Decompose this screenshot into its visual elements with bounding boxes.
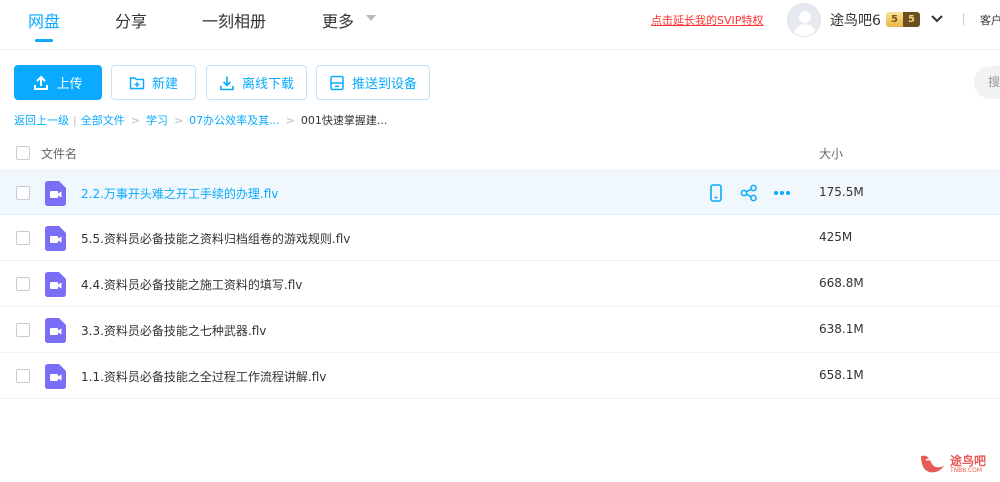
row-checkbox[interactable] bbox=[16, 277, 30, 291]
divider bbox=[963, 13, 964, 25]
vip-level: 5 bbox=[891, 14, 898, 25]
tab-more[interactable]: 更多 bbox=[322, 8, 354, 32]
table-row[interactable]: 4.4.资料员必备技能之施工资料的填写.flv 668.8M bbox=[0, 262, 1000, 307]
video-file-icon bbox=[45, 226, 66, 251]
file-name[interactable]: 5.5.资料员必备技能之资料归档组卷的游戏规则.flv bbox=[81, 230, 350, 247]
file-name[interactable]: 2.2.万事开头难之开工手续的办理.flv bbox=[81, 185, 278, 202]
vip-level-secondary: 5 bbox=[903, 12, 920, 27]
breadcrumb-item-study[interactable]: 学习 bbox=[146, 112, 168, 128]
watermark-subtext: TNB8.COM bbox=[950, 466, 983, 474]
active-tab-indicator bbox=[35, 39, 53, 42]
offline-download-button[interactable]: 离线下载 bbox=[206, 65, 307, 100]
new-folder-label: 新建 bbox=[151, 77, 178, 92]
upload-icon bbox=[34, 75, 49, 90]
row-checkbox[interactable] bbox=[16, 369, 30, 383]
share-icon[interactable] bbox=[739, 183, 759, 203]
breadcrumb-item-folder-07[interactable]: 07办公效率及其... bbox=[189, 112, 280, 128]
file-size: 668.8M bbox=[819, 276, 864, 290]
client-download-link[interactable]: 客户端 bbox=[980, 12, 1000, 28]
video-file-icon bbox=[45, 318, 66, 343]
phone-icon[interactable] bbox=[706, 183, 726, 203]
file-size: 425M bbox=[819, 230, 853, 244]
file-size: 658.1M bbox=[819, 368, 864, 382]
new-folder-button[interactable]: 新建 bbox=[111, 65, 196, 100]
video-file-icon bbox=[45, 272, 66, 297]
chevron-down-icon[interactable] bbox=[930, 12, 944, 26]
upload-label: 上传 bbox=[56, 77, 83, 92]
avatar[interactable] bbox=[787, 3, 821, 37]
file-name[interactable]: 4.4.资料员必备技能之施工资料的填写.flv bbox=[81, 276, 302, 293]
download-icon bbox=[220, 76, 234, 90]
chevron-down-icon[interactable] bbox=[366, 15, 376, 21]
upload-button[interactable]: 上传 bbox=[14, 65, 102, 100]
table-row[interactable]: 1.1.资料员必备技能之全过程工作流程讲解.flv 658.1M bbox=[0, 354, 1000, 399]
tab-photo-album[interactable]: 一刻相册 bbox=[202, 8, 266, 32]
device-icon bbox=[330, 75, 344, 90]
bird-logo-icon bbox=[921, 455, 944, 473]
top-navigation: 网盘 分享 一刻相册 更多 点击延长我的SVIP特权 途鸟吧6 5 5 客户端 bbox=[0, 0, 1000, 50]
tab-share[interactable]: 分享 bbox=[115, 8, 147, 32]
breadcrumb-item-current: 001快速掌握建... bbox=[300, 114, 388, 127]
file-list-header: 文件名 大小 bbox=[0, 138, 1000, 168]
watermark: 途鸟吧 TNB8.COM bbox=[918, 452, 986, 476]
breadcrumb: 返回上一级 | 全部文件 > 学习 > 07办公效率及其... > 001快速掌… bbox=[14, 112, 387, 128]
tab-netdisk[interactable]: 网盘 bbox=[28, 8, 60, 32]
row-checkbox[interactable] bbox=[16, 323, 30, 337]
table-row[interactable]: 2.2.万事开头难之开工手续的办理.flv 175.5M bbox=[0, 170, 1000, 215]
row-checkbox[interactable] bbox=[16, 231, 30, 245]
offline-download-label: 离线下载 bbox=[241, 77, 294, 92]
search-input[interactable]: 搜 bbox=[974, 66, 1000, 99]
breadcrumb-item-all-files[interactable]: 全部文件 bbox=[81, 112, 125, 128]
breadcrumb-separator: > bbox=[130, 113, 140, 127]
watermark-text: 途鸟吧 bbox=[950, 453, 987, 468]
table-row[interactable]: 3.3.资料员必备技能之七种武器.flv 638.1M bbox=[0, 308, 1000, 353]
username[interactable]: 途鸟吧6 bbox=[830, 10, 881, 30]
row-checkbox[interactable] bbox=[16, 186, 30, 200]
breadcrumb-separator: > bbox=[173, 113, 184, 127]
column-header-size[interactable]: 大小 bbox=[819, 145, 843, 162]
vip-level-badge: 5 5 bbox=[886, 12, 920, 27]
video-file-icon bbox=[45, 181, 66, 206]
file-size: 638.1M bbox=[819, 322, 864, 336]
push-to-device-button[interactable]: 推送到设备 bbox=[316, 65, 430, 100]
breadcrumb-back-link[interactable]: 返回上一级 bbox=[14, 112, 69, 128]
table-row[interactable]: 5.5.资料员必备技能之资料归档组卷的游戏规则.flv 425M bbox=[0, 216, 1000, 261]
new-folder-icon bbox=[129, 76, 145, 89]
breadcrumb-separator: > bbox=[285, 113, 295, 127]
breadcrumb-divider: | bbox=[73, 113, 77, 127]
column-header-name[interactable]: 文件名 bbox=[41, 145, 77, 162]
file-name[interactable]: 1.1.资料员必备技能之全过程工作流程讲解.flv bbox=[81, 368, 326, 385]
more-icon[interactable] bbox=[772, 183, 792, 203]
select-all-checkbox[interactable] bbox=[16, 146, 30, 160]
file-name[interactable]: 3.3.资料员必备技能之七种武器.flv bbox=[81, 322, 266, 339]
file-size: 175.5M bbox=[819, 185, 864, 199]
video-file-icon bbox=[45, 364, 66, 389]
push-to-device-label: 推送到设备 bbox=[351, 77, 417, 92]
svip-renew-link[interactable]: 点击延长我的SVIP特权 bbox=[651, 12, 763, 28]
